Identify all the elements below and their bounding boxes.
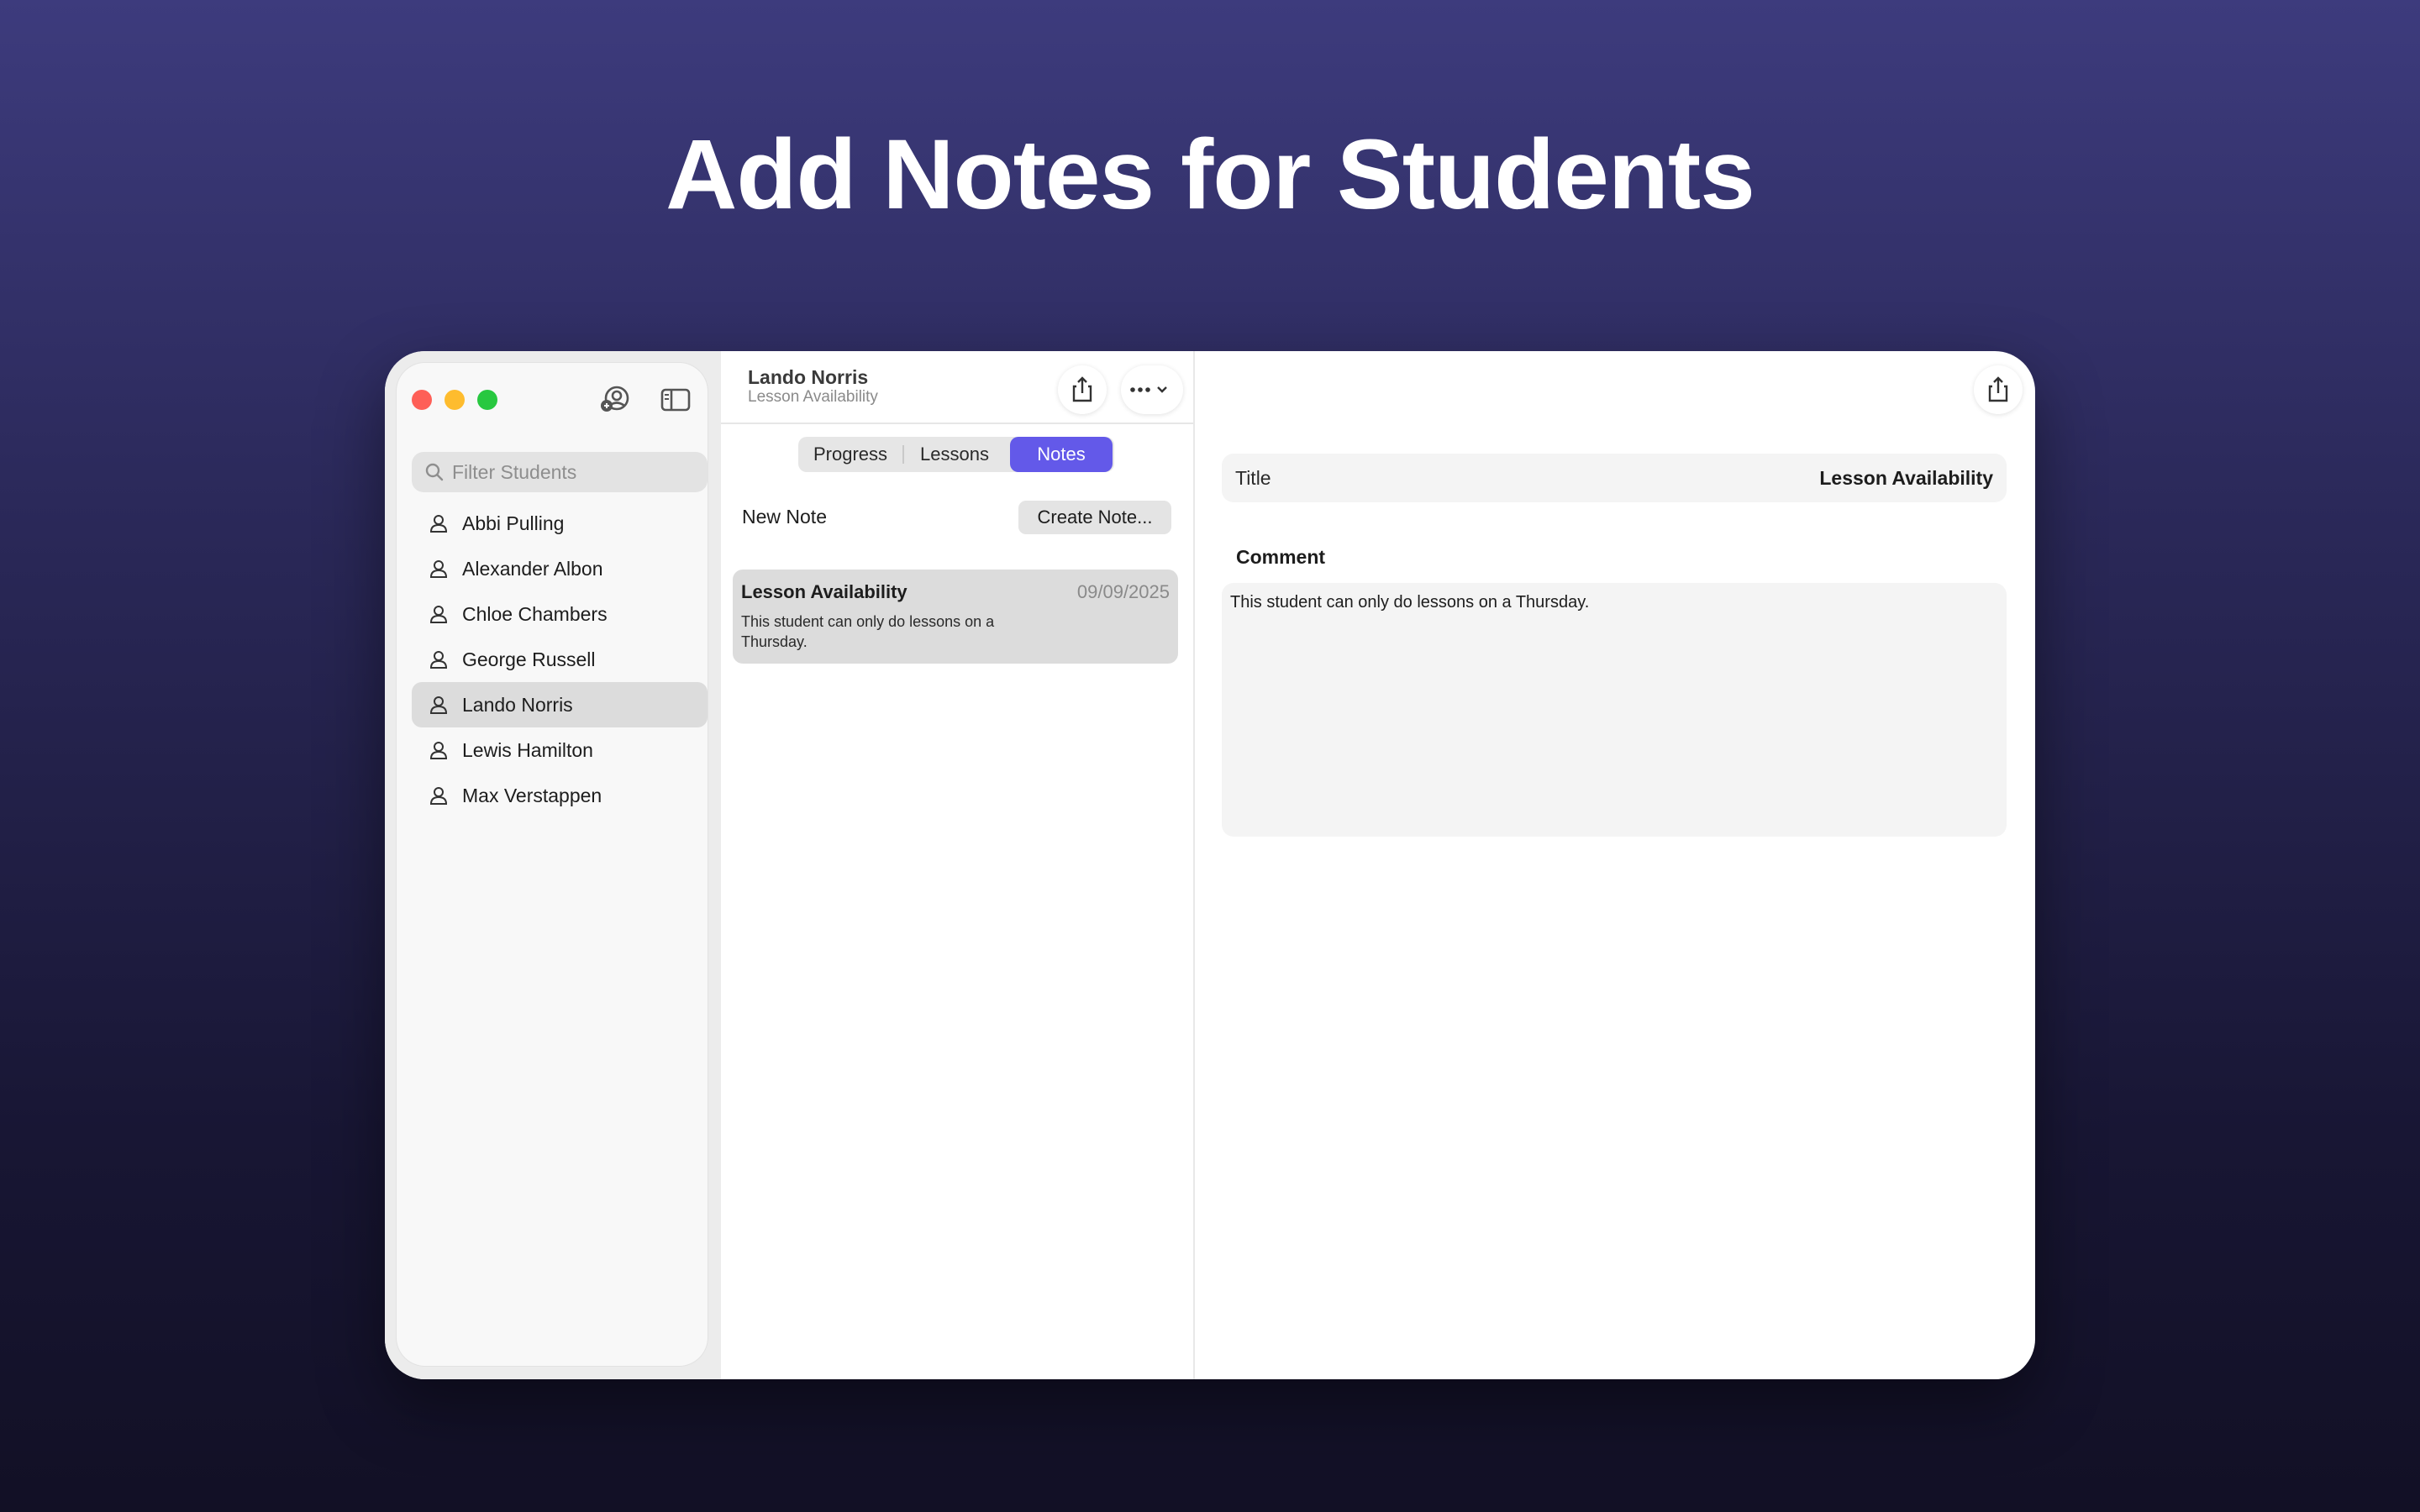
person-circle-icon[interactable] [598,383,632,417]
student-name: Alexander Albon [462,558,603,580]
note-card[interactable]: Lesson Availability 09/09/2025 This stud… [733,570,1178,664]
comment-textarea[interactable]: This student can only do lessons on a Th… [1222,583,2007,837]
note-title: Lesson Availability [741,581,908,602]
student-row[interactable]: Lewis Hamilton [412,727,708,773]
search-icon [425,463,444,481]
more-menu-button[interactable] [1121,365,1183,414]
sidebar-toggle-icon[interactable] [659,383,692,417]
app-window: Filter Students Abbi Pulling Alexander A… [385,351,2035,1379]
tab-lessons[interactable]: Lessons [902,437,1007,472]
zoom-window-button[interactable] [477,390,497,410]
chevron-down-icon [1157,386,1167,393]
sidebar: Filter Students Abbi Pulling Alexander A… [397,363,708,1366]
student-name: George Russell [462,648,596,670]
student-name: Max Verstappen [462,785,602,806]
student-row[interactable]: Alexander Albon [412,546,708,591]
tab-notes[interactable]: Notes [1010,437,1113,472]
student-name: Lando Norris [462,694,573,716]
share-icon [1072,376,1092,402]
title-field-value[interactable]: Lesson Availability [1819,467,1993,490]
person-icon [429,606,448,623]
note-preview: This student can only do lessons on a Th… [741,613,995,650]
student-row-selected[interactable]: Lando Norris [412,682,708,727]
detail-share-button[interactable] [1974,365,2023,414]
person-icon [429,696,448,714]
share-button[interactable] [1058,365,1107,414]
tab-bar: Progress Lessons Notes [798,437,1114,472]
minimize-window-button[interactable] [445,390,465,410]
tab-progress[interactable]: Progress [798,437,902,472]
ellipsis-icon [1130,386,1167,393]
note-date: 09/09/2025 [1076,581,1170,602]
comment-text: This student can only do lessons on a Th… [1230,593,1590,612]
student-name: Lewis Hamilton [462,739,593,761]
close-window-button[interactable] [412,390,432,410]
person-icon [429,515,448,533]
student-list: Abbi Pulling Alexander Albon Chloe Chamb… [412,501,708,818]
search-input[interactable]: Filter Students [412,452,708,492]
student-name: Abbi Pulling [462,512,565,534]
student-row[interactable]: Max Verstappen [412,773,708,818]
panel-divider [1193,351,1195,1379]
student-row[interactable]: George Russell [412,637,708,682]
headline: Add Notes for Students [666,119,1755,230]
person-icon [429,787,448,805]
comment-label: Comment [1236,546,1326,568]
title-field[interactable]: Title Lesson Availability [1222,454,2007,502]
person-icon [429,560,448,578]
title-field-label: Title [1235,467,1271,489]
share-icon [1988,376,2008,402]
student-row[interactable]: Chloe Chambers [412,591,708,637]
create-note-button[interactable]: Create Note... [1018,501,1171,534]
new-note-label: New Note [742,506,827,528]
student-row[interactable]: Abbi Pulling [412,501,708,546]
search-placeholder: Filter Students [452,461,577,483]
student-subtitle: Lesson Availability [748,388,878,406]
student-name: Chloe Chambers [462,603,608,625]
header-divider [721,423,1193,424]
person-icon [429,742,448,759]
person-icon [429,651,448,669]
student-title: Lando Norris [748,366,869,388]
